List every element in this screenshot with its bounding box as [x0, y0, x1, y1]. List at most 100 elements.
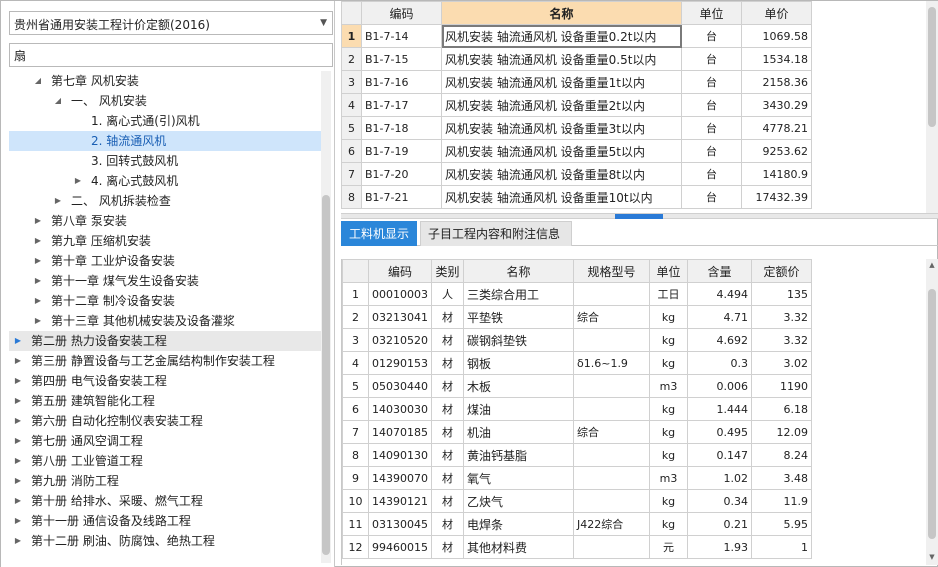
price-cell[interactable]: 3.02: [751, 351, 812, 375]
material-table-scrollbar[interactable]: ▲ ▼: [926, 259, 938, 565]
unit-cell[interactable]: kg: [649, 443, 688, 467]
qty-cell[interactable]: 4.71: [687, 305, 752, 329]
table-row[interactable]: 11 03130045 材电焊条 J422综合 kg 0.21 5.95: [342, 512, 812, 536]
tree-collapsed-icon[interactable]: ▶: [33, 271, 43, 291]
unit-cell[interactable]: kg: [649, 489, 688, 513]
row-number[interactable]: 6: [342, 397, 369, 421]
row-number[interactable]: 7: [342, 420, 369, 444]
table-row[interactable]: 3 03210520 材碳钢斜垫铁 kg 4.692 3.32: [342, 328, 812, 352]
tree-scrollbar[interactable]: [321, 71, 331, 563]
unit-header[interactable]: 单位: [649, 259, 688, 283]
code-cell[interactable]: B1-7-15: [361, 47, 442, 71]
table-row[interactable]: 3 B1-7-16 风机安装 轴流通风机 设备重量1t以内台 2158.36: [341, 70, 812, 94]
qty-cell[interactable]: 1.93: [687, 535, 752, 559]
tree-node[interactable]: ▶ 第十册 给排水、采暖、燃气工程: [9, 491, 321, 511]
name-cell[interactable]: 黄油钙基脂: [463, 443, 574, 467]
name-cell[interactable]: 风机安装 轴流通风机 设备重量0.2t以内: [441, 24, 682, 48]
code-cell[interactable]: B1-7-16: [361, 70, 442, 94]
code-cell[interactable]: B1-7-14: [361, 24, 442, 48]
code-cell[interactable]: B1-7-19: [361, 139, 442, 163]
table-row[interactable]: 1 00010003 人三类综合用工 工日 4.494 135: [342, 282, 812, 306]
name-cell[interactable]: 风机安装 轴流通风机 设备重量1t以内: [441, 70, 682, 94]
code-cell[interactable]: 14390070: [368, 466, 432, 490]
tree-collapsed-icon[interactable]: ▶: [33, 291, 43, 311]
price-header[interactable]: 单价: [741, 1, 812, 25]
code-cell[interactable]: B1-7-18: [361, 116, 442, 140]
code-cell[interactable]: B1-7-20: [361, 162, 442, 186]
tree-expanded-icon[interactable]: ◢: [33, 71, 43, 91]
tree-node[interactable]: ▶ 第六册 自动化控制仪表安装工程: [9, 411, 321, 431]
qty-cell[interactable]: 0.21: [687, 512, 752, 536]
tree-node[interactable]: ▶ 第八册 工业管道工程: [9, 451, 321, 471]
price-cell[interactable]: 1534.18: [741, 47, 812, 71]
category-header[interactable]: 类别: [431, 259, 464, 283]
tree-node[interactable]: ▶ 第五册 建筑智能化工程: [9, 391, 321, 411]
unit-cell[interactable]: 台: [681, 24, 742, 48]
tree-node[interactable]: 2. 轴流通风机: [9, 131, 321, 151]
tree-node[interactable]: 1. 离心式通(引)风机: [9, 111, 321, 131]
quota-library-dropdown[interactable]: 贵州省通用安装工程计价定额(2016) ▼: [9, 11, 333, 35]
table-row[interactable]: 7 14070185 材机油 综合 kg 0.495 12.09: [342, 420, 812, 444]
price-cell[interactable]: 14180.9: [741, 162, 812, 186]
tree-node[interactable]: ▶ 第九册 消防工程: [9, 471, 321, 491]
category-cell[interactable]: 材: [431, 351, 464, 375]
tree-node[interactable]: ▶ 第十一册 通信设备及线路工程: [9, 511, 321, 531]
name-cell[interactable]: 碳钢斜垫铁: [463, 328, 574, 352]
tree-node[interactable]: ▶ 第九章 压缩机安装: [9, 231, 321, 251]
category-cell[interactable]: 材: [431, 374, 464, 398]
spec-cell[interactable]: [573, 282, 650, 306]
scroll-down-icon[interactable]: ▼: [926, 553, 938, 561]
code-cell[interactable]: 03210520: [368, 328, 432, 352]
tree-node[interactable]: ▶ 第二册 热力设备安装工程: [9, 331, 321, 351]
tree-node[interactable]: ◢ 一、 风机安装: [9, 91, 321, 111]
tree-node[interactable]: ▶ 第十章 工业炉设备安装: [9, 251, 321, 271]
qty-cell[interactable]: 0.147: [687, 443, 752, 467]
tree-expanded-icon[interactable]: ◢: [53, 91, 63, 111]
name-header[interactable]: 名称: [441, 1, 682, 25]
row-number[interactable]: 5: [342, 374, 369, 398]
price-header[interactable]: 定额价: [751, 259, 812, 283]
name-cell[interactable]: 氧气: [463, 466, 574, 490]
unit-cell[interactable]: m3: [649, 466, 688, 490]
name-cell[interactable]: 其他材料费: [463, 535, 574, 559]
category-cell[interactable]: 材: [431, 420, 464, 444]
tree-node[interactable]: ▶ 二、 风机拆装检查: [9, 191, 321, 211]
unit-cell[interactable]: 台: [681, 47, 742, 71]
code-header[interactable]: 编码: [361, 1, 442, 25]
tree-collapsed-icon[interactable]: ▶: [13, 451, 23, 471]
qty-header[interactable]: 含量: [687, 259, 752, 283]
row-number[interactable]: 1: [342, 282, 369, 306]
unit-cell[interactable]: kg: [649, 328, 688, 352]
row-number[interactable]: 12: [342, 535, 369, 559]
qty-cell[interactable]: 1.02: [687, 466, 752, 490]
unit-cell[interactable]: kg: [649, 351, 688, 375]
category-cell[interactable]: 材: [431, 397, 464, 421]
table-row[interactable]: 12 99460015 材其他材料费 元 1.93 1: [342, 535, 812, 559]
code-cell[interactable]: 00010003: [368, 282, 432, 306]
tree-collapsed-icon[interactable]: ▶: [33, 251, 43, 271]
price-cell[interactable]: 1: [751, 535, 812, 559]
row-number[interactable]: 11: [342, 512, 369, 536]
price-cell[interactable]: 17432.39: [741, 185, 812, 209]
price-cell[interactable]: 3430.29: [741, 93, 812, 117]
spec-cell[interactable]: [573, 374, 650, 398]
table-row[interactable]: 5 05030440 材木板 m3 0.006 1190: [342, 374, 812, 398]
tree-node[interactable]: ▶ 第十一章 煤气发生设备安装: [9, 271, 321, 291]
spec-cell[interactable]: 综合: [573, 420, 650, 444]
category-cell[interactable]: 材: [431, 305, 464, 329]
tree-node[interactable]: ▶ 4. 离心式鼓风机: [9, 171, 321, 191]
name-cell[interactable]: 乙炔气: [463, 489, 574, 513]
name-cell[interactable]: 风机安装 轴流通风机 设备重量3t以内: [441, 116, 682, 140]
tab-material-display[interactable]: 工料机显示: [341, 221, 417, 246]
name-cell[interactable]: 机油: [463, 420, 574, 444]
row-number[interactable]: 3: [342, 328, 369, 352]
name-cell[interactable]: 风机安装 轴流通风机 设备重量0.5t以内: [441, 47, 682, 71]
spec-cell[interactable]: [573, 397, 650, 421]
price-cell[interactable]: 4778.21: [741, 116, 812, 140]
quota-table-scrollbar[interactable]: [926, 1, 938, 213]
chevron-down-icon[interactable]: ▼: [320, 18, 327, 28]
price-cell[interactable]: 11.9: [751, 489, 812, 513]
spec-cell[interactable]: [573, 328, 650, 352]
price-cell[interactable]: 3.32: [751, 328, 812, 352]
name-cell[interactable]: 木板: [463, 374, 574, 398]
